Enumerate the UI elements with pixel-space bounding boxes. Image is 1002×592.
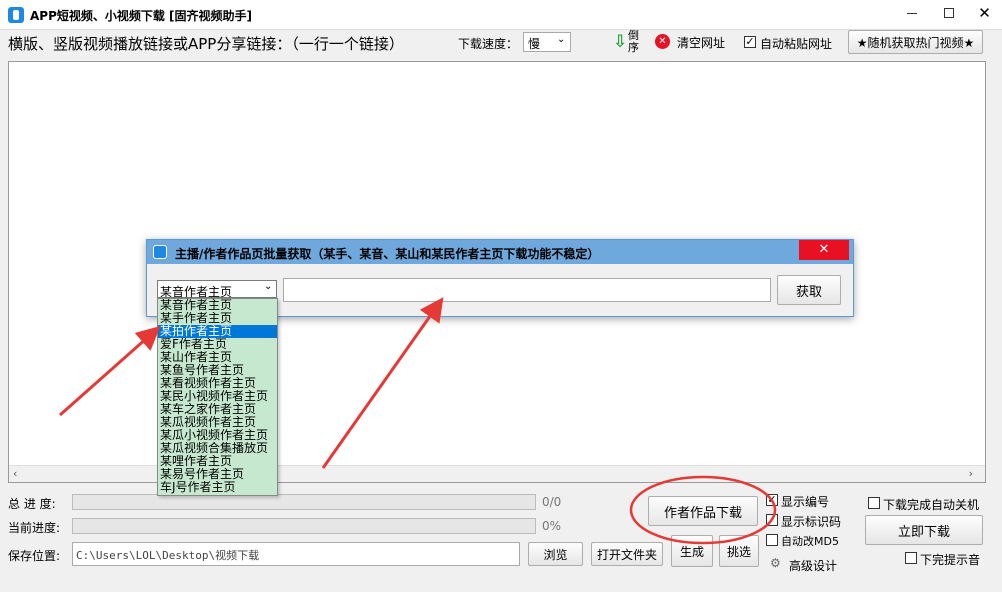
author-type-dropdown-list: 某音作者主页 某手作者主页 某拍作者主页 爱F作者主页 某山作者主页 某鱼号作者主页 某看视… xyxy=(157,298,278,496)
current-progress-bar xyxy=(72,518,536,534)
dialog-close-button[interactable]: ✕ xyxy=(799,240,849,260)
show-number-label: 显示编号 xyxy=(781,495,830,509)
author-url-input[interactable] xyxy=(283,278,771,302)
save-path-value: C:\Users\LOL\Desktop\视频下载 xyxy=(76,549,260,562)
clear-urls-button[interactable]: ✕ 清空网址 xyxy=(655,33,733,51)
app-icon xyxy=(8,7,24,23)
dialog-title: 主播/作者作品页批量获取（某手、某音、某山和某民作者主页下载功能不稳定） xyxy=(175,247,600,261)
dropdown-option[interactable]: 某民小视频作者主页 xyxy=(158,390,277,403)
reverse-order-button[interactable]: ⇩ 倒序 xyxy=(612,30,642,56)
total-progress-bar xyxy=(72,494,536,510)
show-id-checkbox[interactable] xyxy=(766,514,778,526)
reverse-order-label: 倒序 xyxy=(628,29,639,54)
speed-select-value: 慢 xyxy=(528,37,541,51)
current-progress-text: 0% xyxy=(542,519,562,533)
auto-shutdown-checkbox[interactable] xyxy=(868,497,880,509)
dropdown-option[interactable]: 某易号作者主页 xyxy=(158,468,277,481)
dropdown-option[interactable]: 某音作者主页 xyxy=(158,299,277,312)
dialog-app-icon xyxy=(153,245,167,259)
auto-md5-label: 自动改MD5 xyxy=(781,535,839,548)
open-folder-button[interactable]: 打开文件夹 xyxy=(591,542,663,566)
auto-shutdown-label: 下载完成自动关机 xyxy=(883,498,980,512)
link-input-label: 横版、竖版视频播放链接或APP分享链接：（一行一个链接） xyxy=(8,35,404,53)
author-works-download-button[interactable]: 作者作品下载 xyxy=(648,496,758,526)
scroll-right-icon[interactable]: › xyxy=(969,467,973,480)
clear-urls-label: 清空网址 xyxy=(677,36,726,50)
minimize-button[interactable] xyxy=(895,0,931,26)
dropdown-option[interactable]: 某瓜小视频作者主页 xyxy=(158,429,277,442)
download-now-button[interactable]: 立即下载 xyxy=(865,515,983,545)
finish-sound-checkbox[interactable] xyxy=(905,552,917,564)
close-icon: ✕ xyxy=(818,242,830,257)
horizontal-scrollbar[interactable]: ‹ › xyxy=(9,465,985,482)
dropdown-option[interactable]: 某哩作者主页 xyxy=(158,455,277,468)
fetch-button[interactable]: 获取 xyxy=(777,275,841,305)
browse-button[interactable]: 浏览 xyxy=(528,542,583,566)
random-hot-video-button[interactable]: ★随机获取热门视频★ xyxy=(848,30,983,54)
save-location-label: 保存位置: xyxy=(8,549,61,563)
gear-icon: ⚙ xyxy=(770,556,781,570)
show-number-checkbox[interactable]: ✓ xyxy=(766,494,778,506)
arrow-down-icon: ⇩ xyxy=(613,32,628,52)
title-bar: APP短视频、小视频下载 [固齐视频助手] ✕ xyxy=(0,0,1002,30)
total-progress-text: 0/0 xyxy=(542,495,562,509)
chevron-down-icon: ⌄ xyxy=(557,34,566,45)
scroll-left-icon[interactable]: ‹ xyxy=(13,467,17,480)
chevron-down-icon: ⌄ xyxy=(264,281,273,292)
dropdown-option[interactable]: 某瓜视频作者主页 xyxy=(158,416,277,429)
minimize-icon xyxy=(907,13,917,14)
close-button[interactable]: ✕ xyxy=(967,0,1002,26)
dropdown-option[interactable]: 某鱼号作者主页 xyxy=(158,364,277,377)
author-type-select[interactable]: 某音作者主页 ⌄ xyxy=(157,280,277,299)
auto-paste-label: 自动粘贴网址 xyxy=(760,37,833,51)
current-progress-label: 当前进度: xyxy=(8,521,61,535)
dropdown-option[interactable]: 某瓜视频合集播放页 xyxy=(158,442,277,455)
total-progress-label: 总 进 度: xyxy=(8,497,56,511)
speed-select[interactable]: 慢 ⌄ xyxy=(523,32,571,52)
dropdown-option[interactable]: 某拍作者主页 xyxy=(158,325,277,338)
clear-icon: ✕ xyxy=(655,34,670,49)
advanced-settings-link[interactable]: 高级设计 xyxy=(789,557,837,574)
finish-sound-label: 下完提示音 xyxy=(920,553,981,567)
generate-button[interactable]: 生成 xyxy=(671,535,713,567)
dropdown-option[interactable]: 爱F作者主页 xyxy=(158,338,277,351)
dropdown-option[interactable]: 某手作者主页 xyxy=(158,312,277,325)
close-icon: ✕ xyxy=(978,4,991,22)
dropdown-option[interactable]: 某看视频作者主页 xyxy=(158,377,277,390)
pick-button[interactable]: 挑选 xyxy=(719,535,759,567)
maximize-button[interactable] xyxy=(931,0,967,26)
dropdown-option[interactable]: 车J号作者主页 xyxy=(158,481,277,494)
dialog-title-bar: 主播/作者作品页批量获取（某手、某音、某山和某民作者主页下载功能不稳定） ✕ xyxy=(147,240,853,264)
dropdown-option[interactable]: 某山作者主页 xyxy=(158,351,277,364)
auto-md5-checkbox[interactable] xyxy=(766,534,778,546)
save-path-input[interactable]: C:\Users\LOL\Desktop\视频下载 xyxy=(72,542,520,566)
maximize-icon xyxy=(944,8,954,18)
dropdown-option[interactable]: 某车之家作者主页 xyxy=(158,403,277,416)
window-title: APP短视频、小视频下载 [固齐视频助手] xyxy=(30,9,253,23)
auto-paste-checkbox[interactable]: ✓ xyxy=(744,36,756,48)
show-id-label: 显示标识码 xyxy=(781,515,842,529)
speed-label: 下载速度： xyxy=(458,37,519,51)
